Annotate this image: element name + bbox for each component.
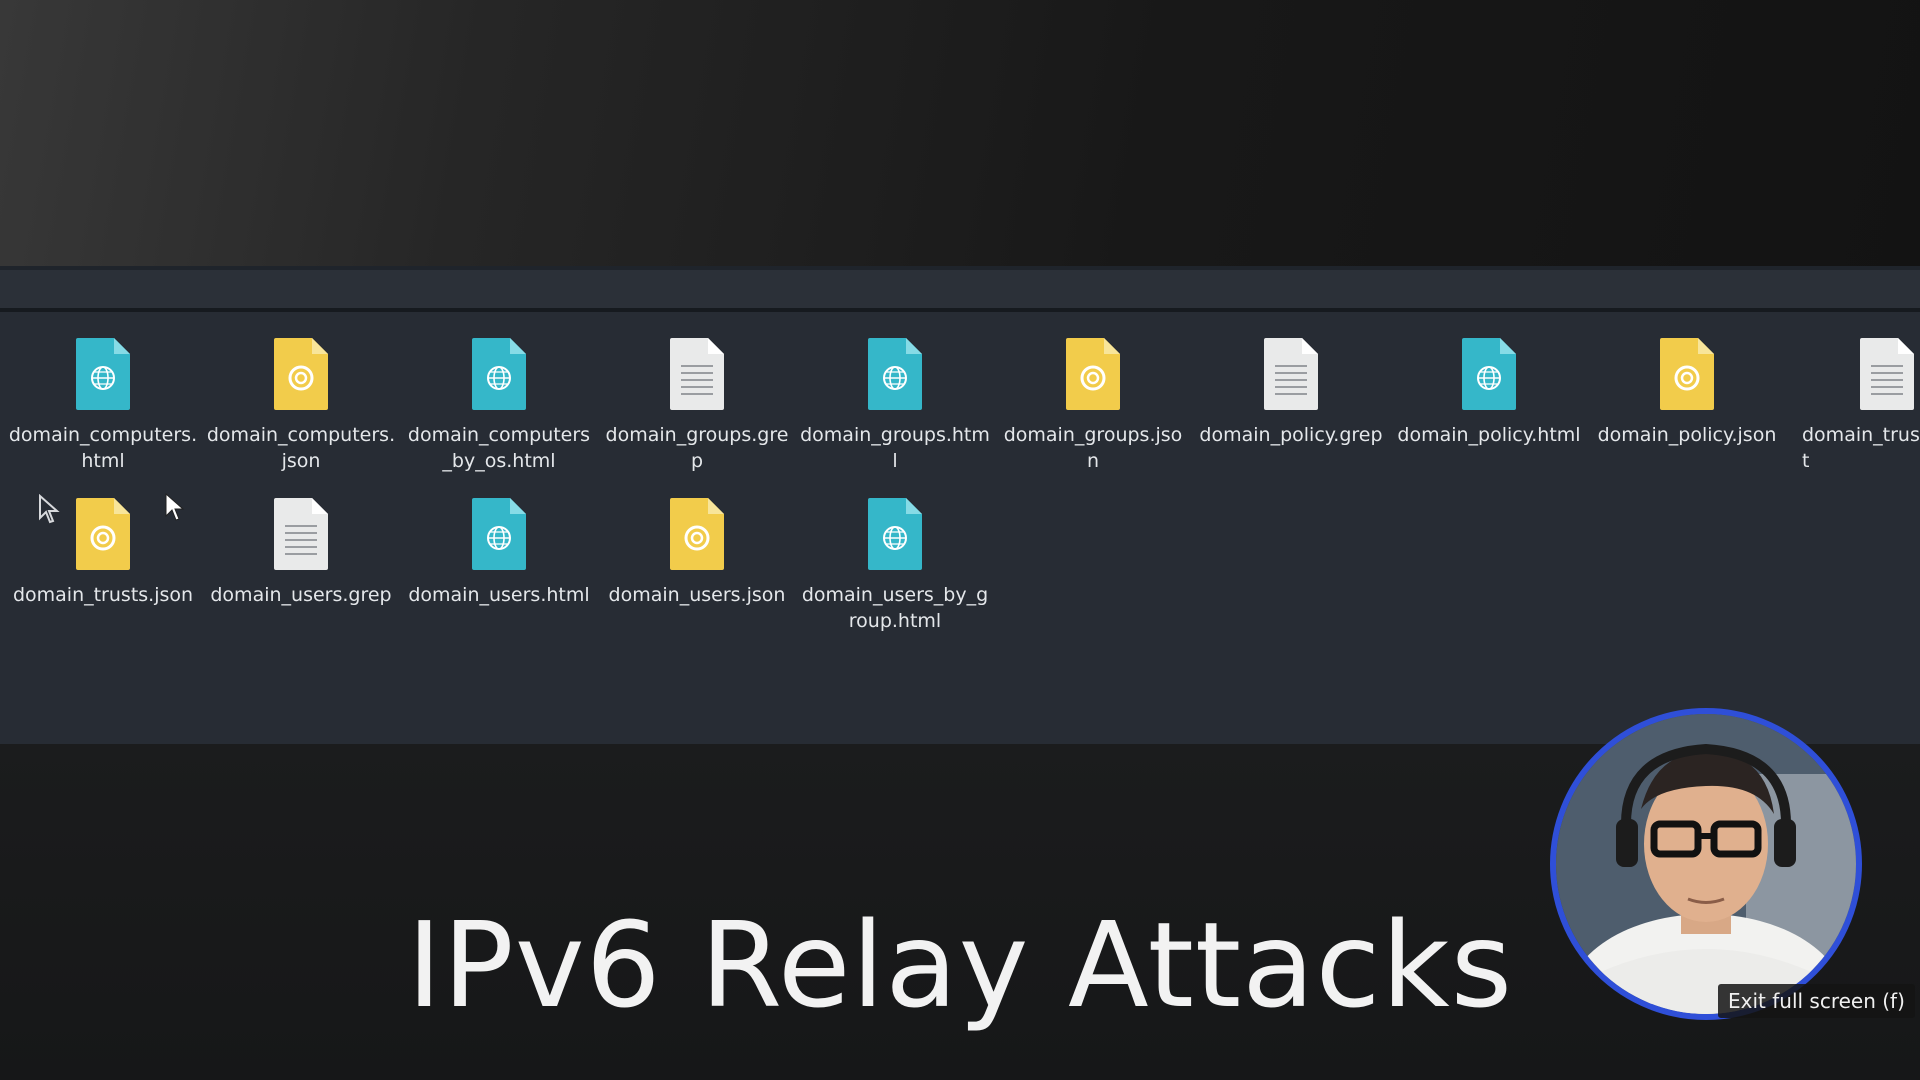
- file-name: domain_policy.html: [1397, 424, 1581, 446]
- file-name: domain_groups.html: [800, 424, 990, 472]
- file-name: domain_computers_by_os.html: [407, 424, 591, 472]
- file-name: domain_computers.html: [8, 424, 198, 472]
- file-name: domain_computers.json: [206, 424, 396, 472]
- file-name: domain_trust: [1802, 424, 1920, 472]
- mouse-pointer-icon: [165, 492, 185, 521]
- json-file-icon: [670, 498, 724, 570]
- file-item[interactable]: domain_trust: [1790, 336, 1920, 474]
- file-item[interactable]: domain_computers.json: [206, 336, 396, 474]
- web-file-icon: [472, 338, 526, 410]
- web-file-icon: [1462, 338, 1516, 410]
- presenter-avatar: [1556, 714, 1856, 1014]
- file-name: domain_groups.json: [1003, 424, 1183, 472]
- json-file-icon: [1660, 338, 1714, 410]
- json-file-icon: [1066, 338, 1120, 410]
- file-manager-toolbar: [0, 266, 1920, 312]
- file-item[interactable]: domain_policy.json: [1592, 336, 1782, 448]
- file-item[interactable]: domain_groups.json: [998, 336, 1188, 474]
- file-name: domain_users_by_group.html: [801, 584, 989, 632]
- exit-fullscreen-tooltip: Exit full screen (f): [1718, 984, 1915, 1018]
- file-name: domain_users.html: [408, 584, 590, 606]
- file-item[interactable]: domain_users.html: [404, 496, 594, 608]
- file-name: domain_groups.grep: [605, 424, 789, 472]
- file-grid: domain_computers.html domain_computers.j…: [0, 312, 1920, 744]
- file-item[interactable]: domain_computers_by_os.html: [404, 336, 594, 474]
- file-name: domain_policy.json: [1597, 424, 1777, 446]
- text-file-icon: [1264, 338, 1318, 410]
- json-file-icon: [274, 338, 328, 410]
- file-item[interactable]: domain_users_by_group.html: [800, 496, 990, 634]
- file-name: domain_policy.grep: [1199, 424, 1383, 446]
- file-item[interactable]: domain_policy.grep: [1196, 336, 1386, 448]
- file-item[interactable]: domain_users.grep: [206, 496, 396, 608]
- web-file-icon: [868, 338, 922, 410]
- web-file-icon: [868, 498, 922, 570]
- text-file-icon: [1860, 338, 1914, 410]
- file-item[interactable]: domain_policy.html: [1394, 336, 1584, 448]
- file-name: domain_users.grep: [210, 584, 392, 606]
- web-file-icon: [76, 338, 130, 410]
- desktop-top-area: [0, 0, 1920, 266]
- webcam-overlay: [1550, 708, 1862, 1020]
- file-item[interactable]: domain_users.json: [602, 496, 792, 608]
- file-item[interactable]: domain_computers.html: [8, 336, 198, 474]
- web-file-icon: [472, 498, 526, 570]
- video-frame: domain_computers.html domain_computers.j…: [0, 0, 1920, 1080]
- file-item[interactable]: domain_groups.grep: [602, 336, 792, 474]
- text-file-icon: [274, 498, 328, 570]
- json-file-icon: [76, 498, 130, 570]
- mouse-cursor-icon: [39, 494, 60, 524]
- text-file-icon: [670, 338, 724, 410]
- file-name: domain_users.json: [608, 584, 786, 606]
- file-name: domain_trusts.json: [12, 584, 194, 606]
- file-item[interactable]: domain_groups.html: [800, 336, 990, 474]
